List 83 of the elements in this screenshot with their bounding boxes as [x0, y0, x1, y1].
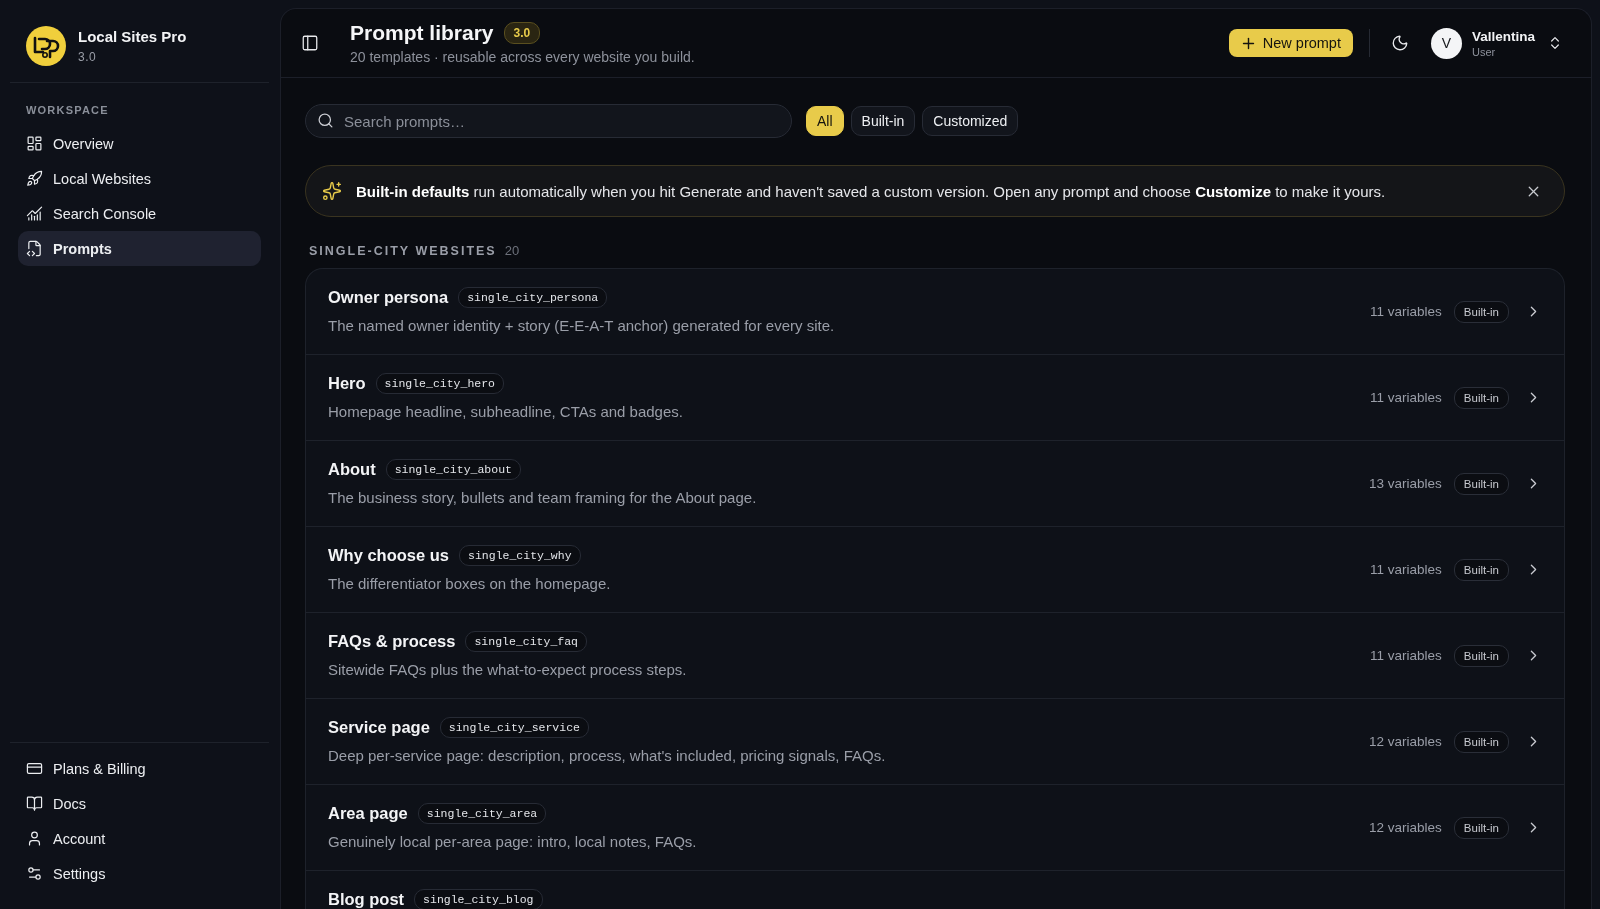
- sidebar-item[interactable]: Account: [18, 821, 261, 856]
- sidebar-item[interactable]: Plans & Billing: [18, 751, 261, 786]
- variable-count: 11 variables: [1370, 304, 1442, 319]
- prompt-row[interactable]: Owner persona single_city_persona The named owner identity + story (E-E-A-T anchor) generated for every site. 11 variables Built-in: [306, 269, 1564, 355]
- section-title: SINGLE-CITY WEBSITES: [309, 244, 497, 258]
- user-name: Vallentina: [1471, 28, 1535, 44]
- filter-chip[interactable]: Built-in: [850, 106, 916, 136]
- built-in-badge: Built-in: [1453, 300, 1509, 323]
- sidebar-item[interactable]: Prompts: [18, 231, 261, 266]
- search-field[interactable]: Search prompts…: [305, 104, 792, 138]
- section-label: WORKSPACE: [26, 104, 109, 116]
- prompt-row[interactable]: Service page single_city_service Deep per-service page: description, process, what's included, pricing signals, FAQs. 12 variables Built-in: [306, 699, 1564, 785]
- prompt-title: About: [328, 460, 376, 479]
- filter-chip[interactable]: Customized: [922, 106, 1019, 136]
- prompt-row[interactable]: Why choose us single_city_why The differentiator boxes on the homepage. 11 variables Built-in: [306, 527, 1564, 613]
- panel-left-icon: [301, 34, 319, 52]
- filter-chip[interactable]: All: [806, 106, 844, 136]
- built-in-badge: Built-in: [1453, 730, 1509, 753]
- page-title: Prompt library: [350, 21, 494, 45]
- prompt-title: Owner persona: [328, 288, 449, 307]
- sidebar-item[interactable]: Docs: [18, 786, 261, 821]
- prompt-title: Hero: [328, 374, 366, 393]
- prompt-description: The business story, bullets and team framing for the About page.: [328, 489, 757, 506]
- sidebar-item[interactable]: Settings: [18, 856, 261, 891]
- prompt-title: FAQs & process: [328, 632, 456, 651]
- logo-icon: [26, 26, 66, 66]
- built-in-badge: Built-in: [1453, 816, 1509, 839]
- sliders-icon: [26, 865, 43, 882]
- chart-icon: [26, 205, 43, 222]
- prompt-key: single_city_blog: [414, 889, 543, 909]
- prompt-description: Genuinely local per-area page: intro, local notes, FAQs.: [328, 833, 697, 850]
- credit-card-icon: [26, 760, 43, 777]
- rocket-icon: [26, 170, 43, 187]
- user-icon: [26, 830, 43, 847]
- prompt-description: The named owner identity + story (E-E-A-T anchor) generated for every site.: [328, 317, 835, 334]
- prompt-title: Blog post: [328, 890, 405, 909]
- prompt-key: single_city_service: [439, 717, 589, 738]
- variable-count: 13 variables: [1369, 476, 1442, 491]
- prompt-key: single_city_about: [385, 459, 521, 480]
- variable-count: 11 variables: [1370, 562, 1442, 577]
- prompt-title: Why choose us: [328, 546, 450, 565]
- sparkles-icon: [322, 181, 342, 201]
- built-in-badge: Built-in: [1453, 558, 1509, 581]
- book-icon: [26, 795, 43, 812]
- variable-count: 11 variables: [1370, 648, 1442, 663]
- sidebar-item[interactable]: Search Console: [18, 196, 261, 231]
- variable-count: 11 variables: [1370, 390, 1442, 405]
- built-in-badge: Built-in: [1453, 472, 1509, 495]
- search-icon: [317, 112, 334, 129]
- brand-name: Local Sites Pro: [78, 28, 187, 45]
- built-in-badge: Built-in: [1453, 644, 1509, 667]
- version-badge: 3.0: [503, 22, 541, 44]
- prompt-key: single_city_area: [417, 803, 547, 824]
- new-prompt-button[interactable]: New prompt: [1228, 29, 1353, 57]
- prompt-description: The differentiator boxes on the homepage.: [328, 575, 611, 592]
- page-subtitle: 20 templates · reusable across every website you build.: [350, 49, 695, 65]
- built-in-badge: Built-in: [1453, 386, 1509, 409]
- prompt-row[interactable]: Area page single_city_area Genuinely local per-area page: intro, local notes, FAQs. 12 variables Built-in: [306, 785, 1564, 871]
- dashboard-icon: [26, 135, 43, 152]
- prompt-description: Sitewide FAQs plus the what-to-expect process steps.: [328, 661, 687, 678]
- prompt-description: Deep per-service page: description, process, what's included, pricing signals, FAQs.: [328, 747, 886, 764]
- prompt-row[interactable]: Blog post single_city_blog: [306, 871, 1564, 909]
- prompt-row[interactable]: FAQs & process single_city_faq Sitewide FAQs plus the what-to-expect process steps. 11 variables Built-in: [306, 613, 1564, 699]
- code-file-icon: [26, 240, 43, 257]
- prompt-key: single_city_hero: [375, 373, 504, 394]
- brand-version: 3.0: [78, 50, 98, 64]
- variable-count: 12 variables: [1369, 820, 1442, 835]
- prompt-description: Homepage headline, subheadline, CTAs and badges.: [328, 403, 683, 420]
- prompt-title: Service page: [328, 718, 430, 737]
- banner-text: Built-in defaults run automatically when you hit Generate and haven't saved a custom version. Open any prompt and choose Customize to make it yours.: [356, 182, 1386, 200]
- user-role: User: [1471, 45, 1497, 58]
- variable-count: 12 variables: [1369, 734, 1442, 749]
- prompt-title: Area page: [328, 804, 408, 823]
- moon-icon: [1390, 34, 1409, 52]
- sidebar-item[interactable]: Overview: [18, 126, 261, 161]
- avatar[interactable]: V: [1430, 27, 1462, 59]
- prompt-key: single_city_why: [459, 545, 581, 566]
- prompt-row[interactable]: About single_city_about The business story, bullets and team framing for the About page. 13 variables Built-in: [306, 441, 1564, 527]
- section-count: 20: [504, 243, 520, 258]
- sidebar-item[interactable]: Local Websites: [18, 161, 261, 196]
- prompt-row[interactable]: Hero single_city_hero Homepage headline, subheadline, CTAs and badges. 11 variables Built-in: [306, 355, 1564, 441]
- prompt-key: single_city_faq: [465, 631, 587, 652]
- prompt-key: single_city_persona: [458, 287, 608, 308]
